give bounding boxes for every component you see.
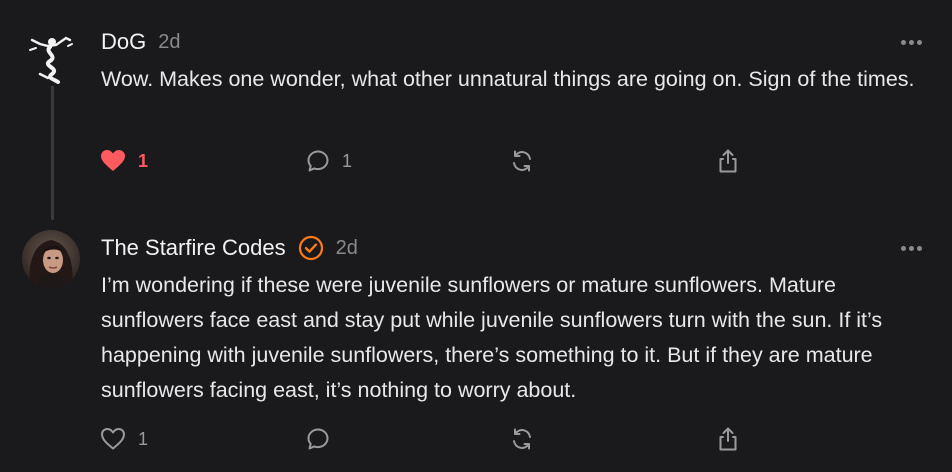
profile-photo-avatar[interactable]	[22, 230, 80, 288]
comment-actions: 1 1	[100, 146, 760, 176]
reply-button[interactable]: 1	[306, 146, 352, 176]
more-options-button[interactable]	[901, 40, 922, 45]
like-button[interactable]: 1	[100, 424, 148, 454]
restack-button[interactable]	[510, 146, 534, 176]
comment-body: I’m wondering if these were juvenile sun…	[101, 273, 883, 402]
heart-icon	[100, 149, 126, 173]
share-upload-icon	[716, 426, 740, 452]
share-button[interactable]	[716, 424, 740, 454]
thread-connector-line	[51, 70, 54, 220]
author-name[interactable]: The Starfire Codes	[101, 235, 286, 261]
ellipsis-icon	[901, 246, 906, 251]
comment-thread: DoG 2d Wow. Makes one wonder, what other…	[0, 0, 952, 472]
more-options-button[interactable]	[901, 246, 922, 251]
restack-button[interactable]	[510, 424, 534, 454]
author-name[interactable]: DoG	[101, 29, 146, 55]
comment-header: DoG 2d	[101, 29, 181, 55]
restack-arrows-icon	[510, 427, 534, 451]
comment-header: The Starfire Codes 2d	[101, 235, 358, 261]
heart-icon	[100, 427, 126, 451]
like-button[interactable]: 1	[100, 146, 148, 176]
reply-count: 1	[342, 150, 353, 171]
speech-bubble-icon	[306, 149, 330, 173]
dancing-figure-avatar[interactable]	[22, 28, 80, 86]
restack-arrows-icon	[510, 149, 534, 173]
verified-badge-icon	[298, 235, 324, 261]
like-count: 1	[138, 150, 149, 171]
timestamp[interactable]: 2d	[158, 31, 180, 54]
ellipsis-icon	[901, 40, 906, 45]
comment-body: Wow. Makes one wonder, what other unnatu…	[101, 67, 915, 91]
speech-bubble-icon	[306, 427, 330, 451]
reply-button[interactable]	[306, 424, 342, 454]
share-upload-icon	[716, 148, 740, 174]
comment-actions: 1	[100, 424, 760, 454]
like-count: 1	[138, 428, 149, 449]
timestamp[interactable]: 2d	[336, 237, 358, 260]
share-button[interactable]	[716, 146, 740, 176]
